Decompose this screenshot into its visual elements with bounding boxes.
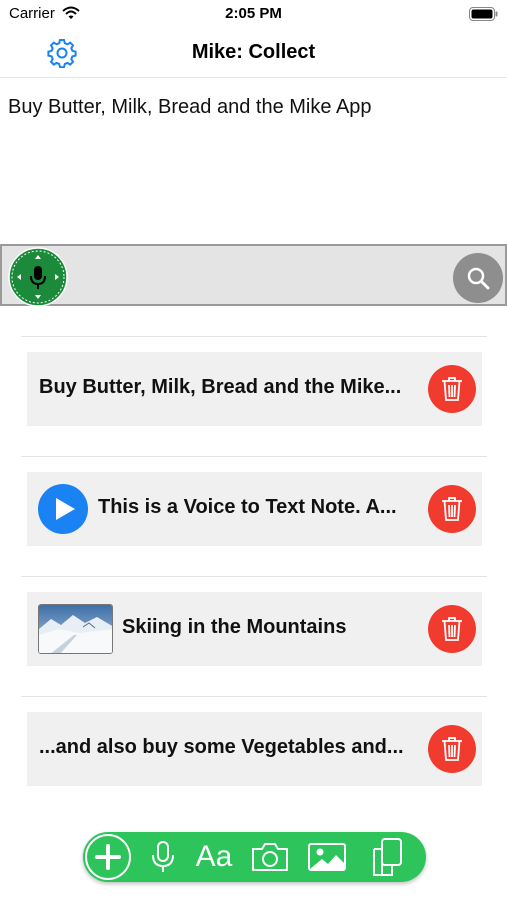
documents-icon xyxy=(373,838,402,876)
list-separator xyxy=(21,576,487,577)
bottom-toolbar: Aa xyxy=(83,832,426,882)
camera-icon xyxy=(252,843,288,871)
note-title: Skiing in the Mountains xyxy=(122,616,347,638)
text-note-button[interactable]: Aa xyxy=(191,832,237,882)
page-title: Mike: Collect xyxy=(191,41,316,63)
plus-icon xyxy=(95,844,121,870)
photo-library-button[interactable] xyxy=(305,832,349,882)
list-separator xyxy=(21,456,487,457)
list-item[interactable]: Buy Butter, Milk, Bread and the Mike... xyxy=(27,352,482,426)
add-button[interactable] xyxy=(85,834,131,880)
trash-icon xyxy=(442,497,462,521)
navigation-bar: Mike: Collect xyxy=(0,28,507,78)
battery-icon xyxy=(469,7,499,26)
trash-icon xyxy=(442,377,462,401)
delete-button[interactable] xyxy=(428,605,476,653)
play-icon xyxy=(56,498,75,520)
text-icon: Aa xyxy=(195,840,233,873)
note-title: ...and also buy some Vegetables and... xyxy=(39,736,404,758)
image-icon xyxy=(308,843,346,871)
trash-icon xyxy=(442,737,462,761)
list-item[interactable]: Skiing in the Mountains xyxy=(27,592,482,666)
trash-icon xyxy=(442,617,462,641)
note-title: Buy Butter, Milk, Bread and the Mike... xyxy=(39,376,402,398)
search-icon xyxy=(467,267,490,290)
list-separator xyxy=(21,336,487,337)
voice-note-button[interactable] xyxy=(145,832,181,882)
list-item[interactable]: This is a Voice to Text Note. A... xyxy=(27,472,482,546)
microphone-icon xyxy=(152,841,174,872)
search-bar[interactable] xyxy=(0,244,507,307)
list-item[interactable]: ...and also buy some Vegetables and... xyxy=(27,712,482,786)
search-button[interactable] xyxy=(453,253,503,303)
delete-button[interactable] xyxy=(428,485,476,533)
ski-photo-thumbnail xyxy=(38,604,113,654)
camera-button[interactable] xyxy=(247,832,293,882)
play-button[interactable] xyxy=(38,484,88,534)
mike-logo-icon[interactable] xyxy=(8,247,68,307)
delete-button[interactable] xyxy=(428,725,476,773)
status-bar: Carrier 2:05 PM xyxy=(0,0,507,28)
note-title: This is a Voice to Text Note. A... xyxy=(98,496,397,518)
delete-button[interactable] xyxy=(428,365,476,413)
status-time: 2:05 PM xyxy=(225,5,282,22)
list-separator xyxy=(21,696,487,697)
note-text-input[interactable]: Buy Butter, Milk, Bread and the Mike App xyxy=(8,96,498,236)
documents-button[interactable] xyxy=(365,832,409,882)
